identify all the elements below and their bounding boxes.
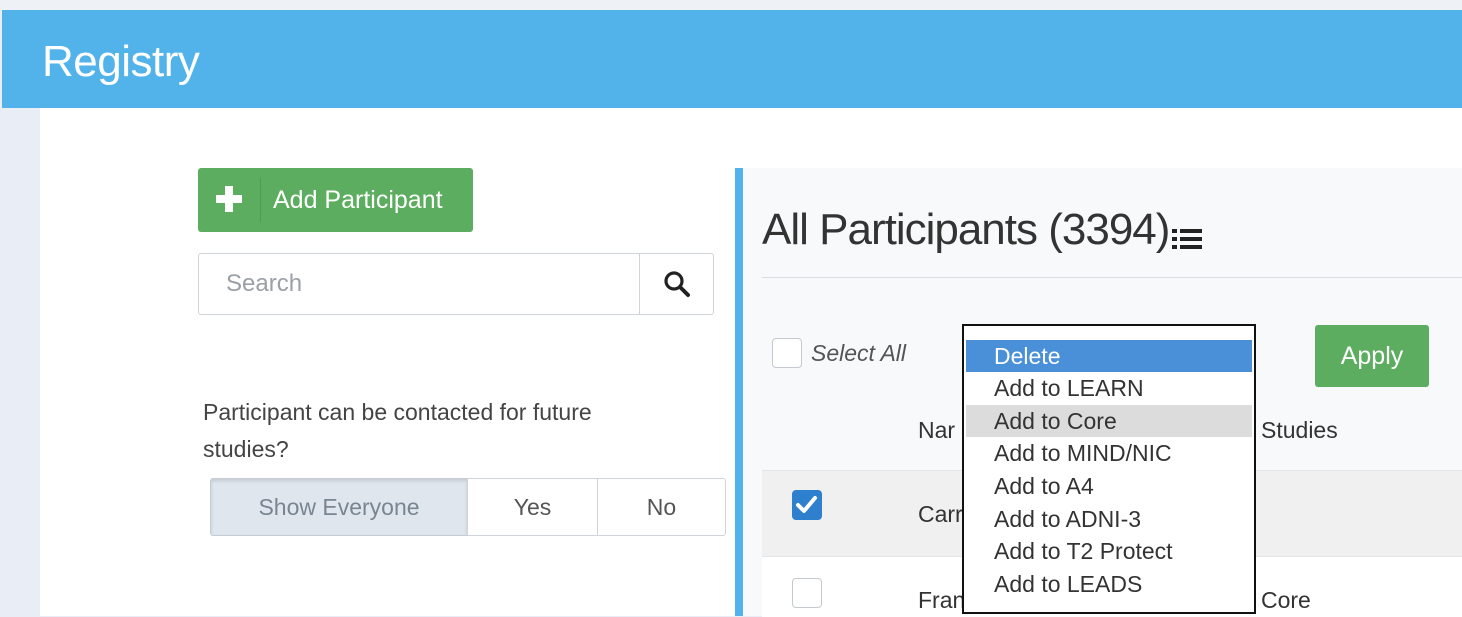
select-all-checkbox[interactable] xyxy=(772,338,802,368)
column-header-name[interactable]: Nar xyxy=(918,417,955,444)
row-studies: Core xyxy=(1261,587,1311,613)
list-icon[interactable] xyxy=(1172,227,1202,256)
filter-yes-button[interactable]: Yes xyxy=(467,478,598,536)
title-divider xyxy=(762,277,1462,278)
search-button[interactable] xyxy=(639,254,714,314)
search-icon xyxy=(664,271,690,297)
add-participant-button[interactable]: Add Participant xyxy=(198,168,473,232)
contact-question: Participant can be contacted for future … xyxy=(203,399,592,462)
top-strip xyxy=(0,0,1462,10)
option-add-to-t2-protect[interactable]: Add to T2 Protect xyxy=(966,535,1252,567)
button-divider xyxy=(260,178,261,222)
column-header-studies[interactable]: Studies xyxy=(1261,417,1338,444)
panel-accent-border xyxy=(735,168,743,616)
option-add-to-a4[interactable]: Add to A4 xyxy=(966,470,1252,502)
option-add-to-leads[interactable]: Add to LEADS xyxy=(966,568,1252,600)
bulk-action-dropdown[interactable]: Delete Add to LEARN Add to Core Add to M… xyxy=(962,324,1256,614)
row-checkbox[interactable] xyxy=(792,490,822,520)
filter-show-everyone-button[interactable]: Show Everyone xyxy=(210,478,468,536)
search-group xyxy=(198,253,714,315)
row-checkbox[interactable] xyxy=(792,578,822,608)
plus-icon xyxy=(214,184,244,214)
apply-button[interactable]: Apply xyxy=(1315,325,1429,387)
participants-title: All Participants (3394) xyxy=(762,205,1170,254)
row-name: Fran xyxy=(918,587,966,613)
option-add-to-adni-3[interactable]: Add to ADNI-3 xyxy=(966,503,1252,535)
select-all-label: Select All xyxy=(811,340,907,366)
app-header: Registry xyxy=(2,10,1462,108)
option-add-to-core[interactable]: Add to Core xyxy=(966,405,1252,437)
row-name: Carr xyxy=(918,501,963,527)
option-delete[interactable]: Delete xyxy=(966,340,1252,372)
add-participant-label: Add Participant xyxy=(273,186,443,214)
check-icon xyxy=(796,496,817,513)
option-add-to-mind-nic[interactable]: Add to MIND/NIC xyxy=(966,437,1252,469)
search-input[interactable] xyxy=(199,254,639,314)
page-title: Registry xyxy=(42,37,200,86)
filter-no-button[interactable]: No xyxy=(597,478,726,536)
option-add-to-learn[interactable]: Add to LEARN xyxy=(966,372,1252,404)
